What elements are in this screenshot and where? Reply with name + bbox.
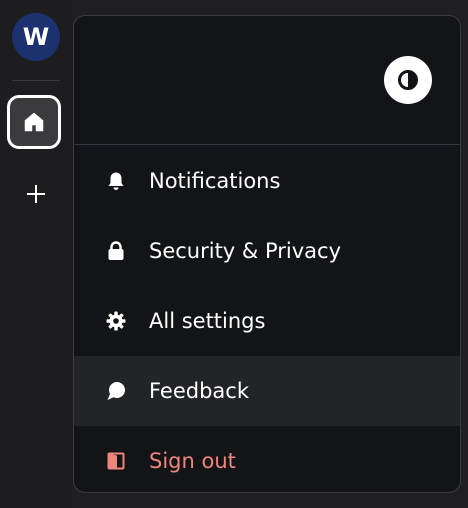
lock-icon	[106, 241, 126, 261]
bell-icon	[106, 171, 126, 191]
gear-icon	[106, 311, 126, 331]
avatar-initial: W	[22, 23, 50, 51]
chat-bubble-icon	[106, 381, 126, 401]
workspace-avatar[interactable]: W	[12, 13, 60, 61]
rail-divider	[12, 80, 60, 81]
menu-item-label: Notifications	[149, 169, 281, 193]
menu-item-label: Sign out	[149, 449, 236, 473]
menu-item-label: Security & Privacy	[149, 239, 341, 263]
add-workspace-button[interactable]	[20, 178, 52, 210]
menu-item-label: Feedback	[149, 379, 250, 403]
menu-item-feedback[interactable]: Feedback	[74, 356, 460, 426]
menu-item-sign-out[interactable]: Sign out	[74, 426, 460, 492]
home-button[interactable]	[7, 95, 61, 149]
home-icon	[24, 112, 44, 132]
menu-item-label: All settings	[149, 309, 266, 333]
door-exit-icon	[106, 451, 126, 471]
menu-item-all-settings[interactable]: All settings	[74, 286, 460, 356]
theme-toggle-button[interactable]	[384, 56, 432, 104]
plus-icon	[27, 185, 45, 203]
contrast-icon	[398, 70, 418, 90]
menu-item-notifications[interactable]: Notifications	[74, 146, 460, 216]
sidebar-rail: W	[0, 0, 72, 508]
menu-item-security-privacy[interactable]: Security & Privacy	[74, 216, 460, 286]
menu-header	[74, 16, 460, 145]
settings-menu: Notifications Security & Privacy All set…	[73, 15, 461, 493]
